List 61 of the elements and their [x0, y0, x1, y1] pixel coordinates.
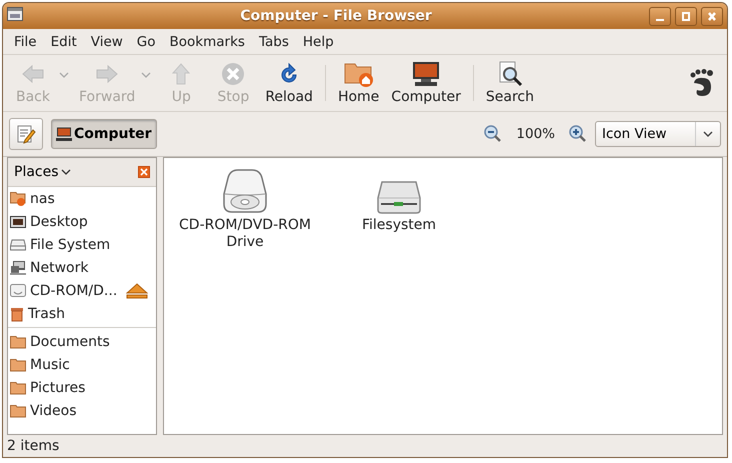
trash-icon	[10, 306, 24, 322]
sidebar-item[interactable]: nas	[8, 187, 156, 210]
sidebar-item[interactable]: File System	[8, 233, 156, 256]
close-icon	[708, 12, 716, 20]
caret-icon	[60, 169, 71, 175]
minimize-icon	[656, 18, 664, 20]
sidebar-item[interactable]: Videos	[8, 399, 156, 422]
back-arrow-icon	[21, 64, 45, 84]
sidebar-item[interactable]: Pictures	[8, 376, 156, 399]
menu-item[interactable]: View	[84, 34, 130, 50]
menu-item[interactable]: Go	[130, 34, 163, 50]
edit-icon	[16, 124, 36, 144]
sidebar-item[interactable]: Music	[8, 353, 156, 376]
menu-item[interactable]: Edit	[44, 34, 84, 50]
menu-item[interactable]: Tabs	[252, 34, 296, 50]
sidebar-item[interactable]: Network	[8, 256, 156, 279]
reload-button[interactable]: Reload	[259, 61, 319, 105]
home-folder-icon	[10, 191, 26, 206]
zoom-in-icon[interactable]	[569, 125, 587, 143]
folder-icon	[10, 358, 26, 372]
close-pane-button[interactable]	[138, 166, 150, 178]
file-label[interactable]: CD-ROM/DVD-ROM Drive	[170, 217, 320, 251]
menu-item[interactable]: File	[7, 34, 44, 50]
search-button[interactable]: Search	[480, 61, 540, 105]
sidebar-item[interactable]: CD-ROM/D...	[8, 279, 156, 302]
minimize-button[interactable]	[649, 6, 671, 26]
up-arrow-icon	[171, 62, 192, 86]
zoom-level: 100%	[515, 126, 556, 142]
home-button[interactable]: Home	[332, 61, 386, 105]
menu-item[interactable]: Bookmarks	[162, 34, 252, 50]
zoom-out-icon[interactable]	[484, 125, 502, 143]
close-button[interactable]	[701, 6, 723, 26]
drive-icon	[10, 238, 26, 250]
status-text: 2 items	[7, 438, 60, 454]
stop-icon	[221, 62, 246, 86]
menu-item[interactable]: Help	[296, 34, 341, 50]
search-icon	[496, 61, 523, 87]
home-folder-icon	[344, 61, 374, 87]
file-label[interactable]: Filesystem	[362, 217, 436, 234]
location-button[interactable]: Computer	[51, 119, 157, 149]
caret-icon	[703, 131, 713, 137]
computer-icon	[56, 127, 72, 141]
maximize-button[interactable]	[675, 6, 697, 26]
sidebar-item[interactable]: Documents	[8, 330, 156, 353]
view-dropdown[interactable]: Icon View	[595, 121, 721, 147]
desktop-icon	[10, 214, 26, 228]
network-icon	[10, 260, 26, 275]
computer-button[interactable]: Computer	[385, 61, 467, 105]
maximize-icon	[682, 12, 690, 20]
window-title: Computer - File Browser	[239, 8, 433, 24]
eject-icon[interactable]	[126, 282, 148, 298]
folder-icon	[10, 334, 26, 348]
folder-icon	[10, 380, 26, 394]
sidebar-item[interactable]: Trash	[8, 302, 156, 325]
forward-arrow-icon	[95, 64, 120, 84]
folder-icon	[10, 404, 26, 418]
footprint-logo-icon	[689, 69, 715, 97]
sidebar-item[interactable]: Desktop	[8, 210, 156, 233]
edit-location-button[interactable]	[9, 118, 43, 150]
optical-drive-icon	[10, 283, 26, 298]
computer-icon	[411, 61, 442, 87]
